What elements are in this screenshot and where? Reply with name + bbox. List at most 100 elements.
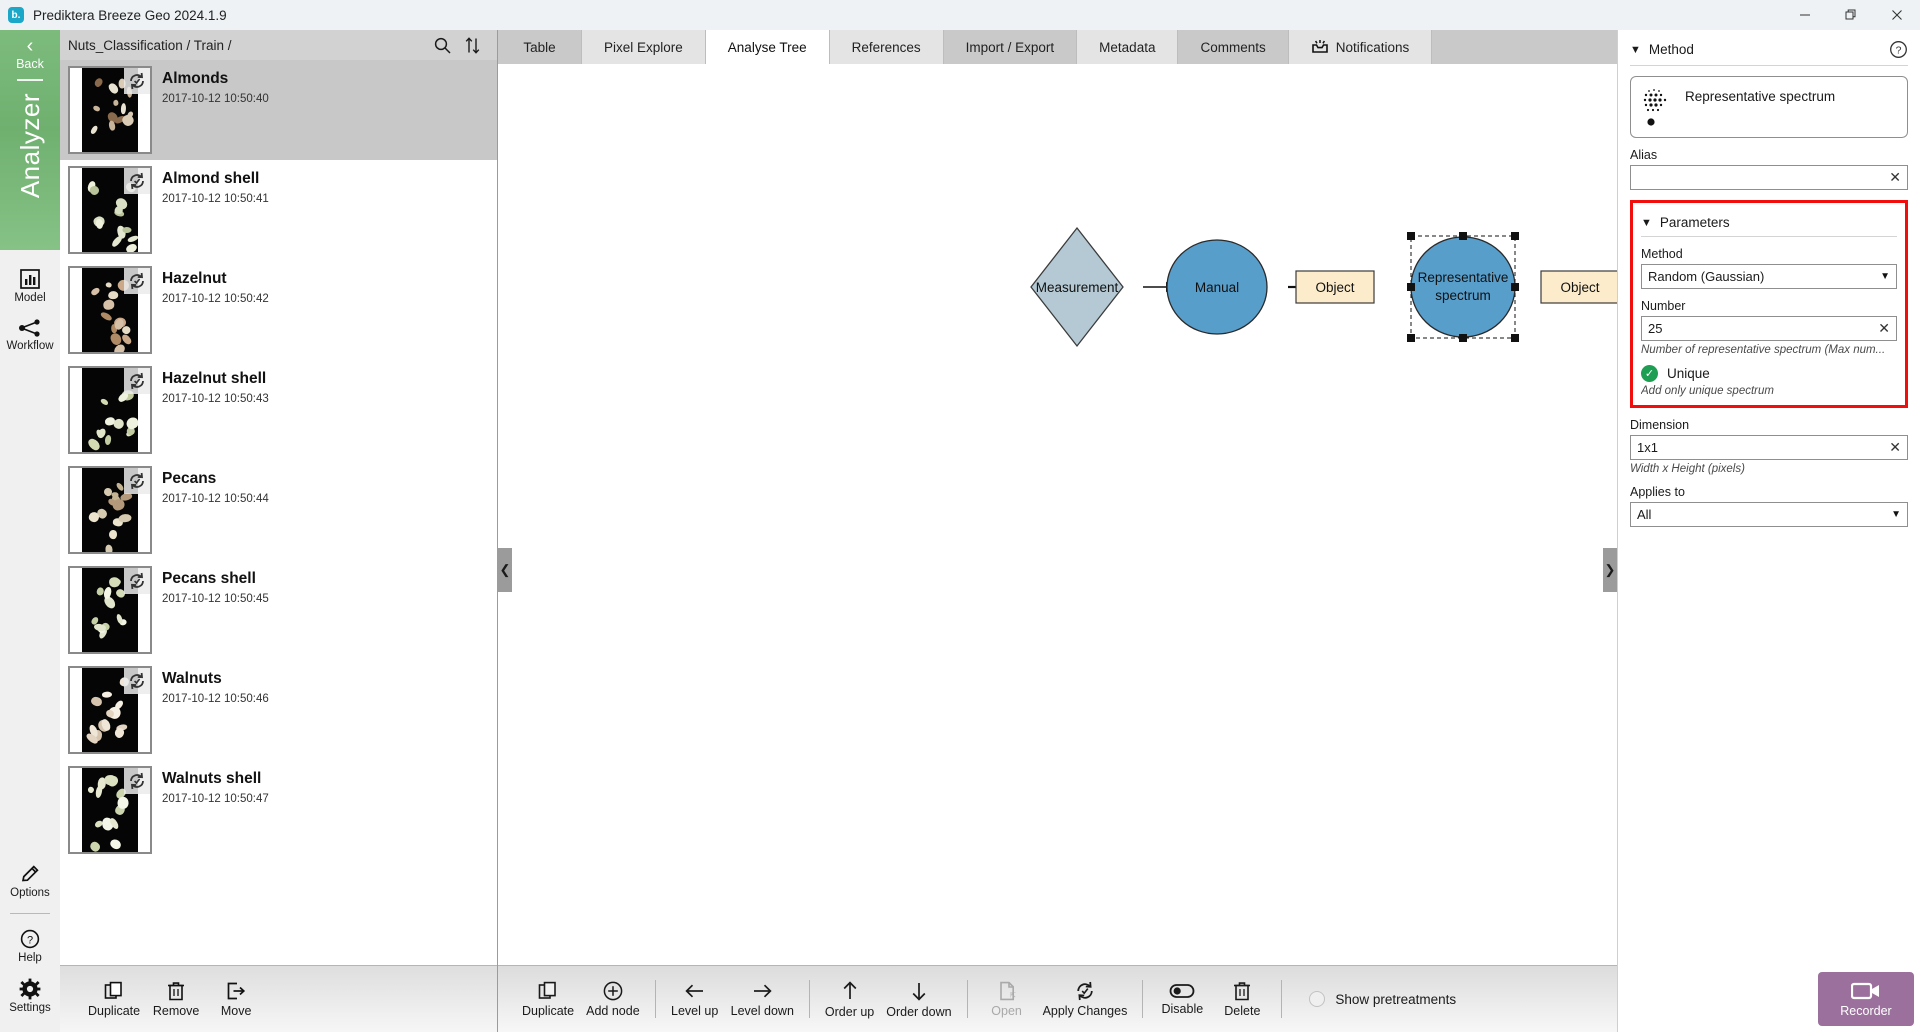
applies-to-select[interactable]: All ▼ — [1630, 502, 1908, 527]
clear-icon[interactable]: ✕ — [1885, 169, 1901, 186]
method-section-header[interactable]: ▼ Method ? — [1630, 30, 1908, 65]
clear-icon[interactable]: ✕ — [1874, 320, 1890, 337]
back-chevron-icon[interactable]: ‹ — [27, 36, 34, 56]
list-item-title: Pecans shell — [162, 570, 256, 587]
canvas-delete-button[interactable]: Delete — [1212, 978, 1272, 1020]
parameters-section-title: Parameters — [1659, 215, 1730, 230]
graph-node-object-2[interactable]: Object — [1540, 270, 1617, 304]
search-icon[interactable] — [433, 36, 452, 55]
refresh-icon[interactable] — [124, 568, 150, 594]
tab-pixel-explore[interactable]: Pixel Explore — [582, 30, 706, 64]
toolbar-divider — [808, 980, 810, 1018]
question-circle-icon[interactable]: ? — [1889, 40, 1908, 59]
list-item-title: Pecans — [162, 470, 217, 487]
parameters-section: ▼ Parameters Method Random (Gaussian) ▼ … — [1630, 200, 1908, 408]
list-duplicate-button[interactable]: Duplicate — [82, 978, 146, 1020]
param-number-input[interactable]: 25 ✕ — [1641, 316, 1897, 341]
refresh-icon[interactable] — [124, 268, 150, 294]
title-bar: b. Prediktera Breeze Geo 2024.1.9 — [0, 0, 1920, 30]
list-item[interactable]: Pecans 2017-10-12 10:50:44 — [60, 460, 497, 560]
canvas-add-node-button[interactable]: Add node — [580, 978, 646, 1020]
rail-item-model[interactable]: Model — [0, 262, 60, 312]
canvas-order-up-button[interactable]: Order up — [819, 977, 880, 1021]
node-graph[interactable]: Measurement Manual Object Representative — [498, 64, 1617, 965]
method-card[interactable]: Representative spectrum — [1630, 76, 1908, 138]
refresh-icon[interactable] — [124, 468, 150, 494]
sort-icon[interactable] — [464, 36, 481, 55]
rail-item-help[interactable]: ? Help — [0, 922, 60, 972]
clear-icon[interactable]: ✕ — [1885, 439, 1901, 456]
arrow-up-icon — [839, 979, 861, 1003]
refresh-icon[interactable] — [124, 168, 150, 194]
tab-analyse-tree[interactable]: Analyse Tree — [705, 30, 830, 64]
alias-input[interactable]: ✕ — [1630, 165, 1908, 190]
canvas-disable-button[interactable]: Disable — [1152, 980, 1212, 1018]
list-item-title: Walnuts shell — [162, 770, 262, 787]
unique-label: Unique — [1667, 366, 1710, 381]
canvas-order-down-button[interactable]: Order down — [880, 977, 957, 1021]
chart-icon — [19, 268, 41, 290]
parameters-section-header[interactable]: ▼ Parameters — [1641, 205, 1897, 236]
open-file-icon: ⇱ — [996, 980, 1018, 1002]
svg-text:Representative: Representative — [1418, 270, 1509, 285]
radio-icon — [1309, 991, 1326, 1007]
tab-import-export[interactable]: Import / Export — [943, 30, 1078, 64]
refresh-icon[interactable] — [124, 768, 150, 794]
collapse-right-handle[interactable]: ❯ — [1603, 548, 1617, 592]
graph-node-object-1[interactable]: Object — [1295, 270, 1375, 304]
rail-item-options[interactable]: Options — [0, 857, 60, 907]
canvas-toolbar-label: Order down — [886, 1005, 952, 1019]
tab-references[interactable]: References — [829, 30, 944, 64]
tab-label: Notifications — [1335, 39, 1410, 55]
unique-checkbox[interactable]: ✓ Unique — [1641, 365, 1897, 382]
restore-icon[interactable] — [1828, 0, 1874, 30]
list-item[interactable]: Almond shell 2017-10-12 10:50:41 — [60, 160, 497, 260]
list-item-date: 2017-10-12 10:50:42 — [162, 293, 269, 305]
graph-node-representative-spectrum[interactable]: Representative spectrum — [1407, 232, 1519, 342]
refresh-icon[interactable] — [124, 368, 150, 394]
list-item[interactable]: Almonds 2017-10-12 10:50:40 — [60, 60, 497, 160]
list-move-button[interactable]: Move — [206, 978, 266, 1020]
rail-item-settings[interactable]: Settings — [0, 972, 60, 1022]
list-item[interactable]: Pecans shell 2017-10-12 10:50:45 — [60, 560, 497, 660]
list-item[interactable]: Hazelnut 2017-10-12 10:50:42 — [60, 260, 497, 360]
minimize-icon[interactable] — [1782, 0, 1828, 30]
svg-text:⇱: ⇱ — [1010, 992, 1016, 1000]
sample-list[interactable]: Almonds 2017-10-12 10:50:40 Almond shell 20… — [60, 60, 497, 965]
list-item[interactable]: Hazelnut shell 2017-10-12 10:50:43 — [60, 360, 497, 460]
close-icon[interactable] — [1874, 0, 1920, 30]
rail-item-workflow[interactable]: Workflow — [0, 312, 60, 360]
canvas-level-down-button[interactable]: Level down — [725, 978, 800, 1020]
canvas-level-up-button[interactable]: Level up — [665, 978, 725, 1020]
list-item-date: 2017-10-12 10:50:44 — [162, 493, 269, 505]
recorder-button[interactable]: Recorder — [1818, 972, 1914, 1026]
graph-node-manual[interactable]: Manual — [1166, 239, 1268, 335]
dimension-input[interactable]: 1x1 ✕ — [1630, 435, 1908, 460]
divider — [1641, 236, 1897, 237]
tab-metadata[interactable]: Metadata — [1077, 30, 1179, 64]
analyse-tree-canvas[interactable]: Measurement Manual Object Representative — [498, 64, 1617, 965]
param-method-select[interactable]: Random (Gaussian) ▼ — [1641, 264, 1897, 289]
tab-comments[interactable]: Comments — [1178, 30, 1289, 64]
list-remove-button[interactable]: Remove — [146, 978, 206, 1020]
list-header: Nuts_Classification / Train / — [60, 30, 497, 60]
app-mode-label: Analyzer — [14, 93, 45, 199]
back-label[interactable]: Back — [16, 57, 44, 71]
dimension-label: Dimension — [1630, 418, 1690, 432]
canvas-duplicate-button[interactable]: Duplicate — [516, 978, 580, 1020]
show-pretreatments-toggle[interactable]: Show pretreatments — [1309, 991, 1456, 1007]
graph-node-measurement[interactable]: Measurement — [1030, 226, 1124, 348]
tab-table[interactable]: Table — [498, 30, 582, 64]
tab-notifications[interactable]: Notifications — [1288, 30, 1433, 64]
gear-icon — [19, 978, 41, 1000]
left-rail: ‹ Back Analyzer Model Workflow Options ?… — [0, 30, 60, 1032]
recorder-label: Recorder — [1840, 1003, 1892, 1018]
rail-item-label: Help — [18, 952, 42, 964]
collapse-left-handle[interactable]: ❮ — [498, 548, 512, 592]
refresh-icon[interactable] — [124, 668, 150, 694]
refresh-icon[interactable] — [124, 68, 150, 94]
list-item[interactable]: Walnuts shell 2017-10-12 10:50:47 — [60, 760, 497, 860]
list-item[interactable]: Walnuts 2017-10-12 10:50:46 — [60, 660, 497, 760]
param-number-value: 25 — [1648, 321, 1663, 336]
canvas-apply-changes-button[interactable]: Apply Changes — [1037, 978, 1134, 1020]
